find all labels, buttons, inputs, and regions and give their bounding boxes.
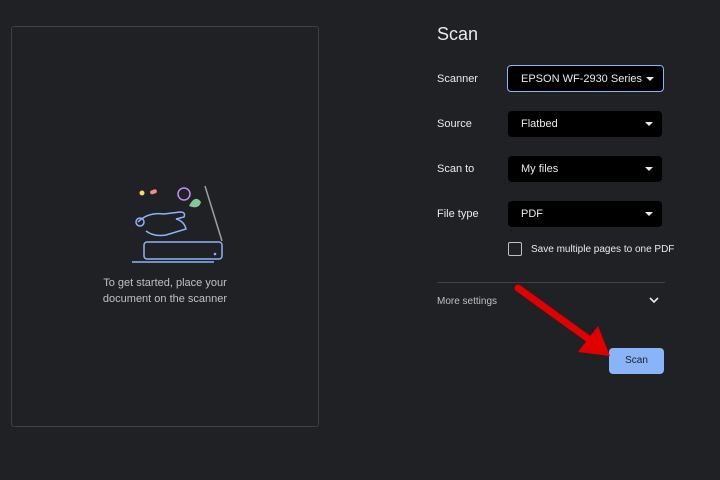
source-row: Source Flatbed: [437, 111, 667, 139]
multi-page-pdf-option[interactable]: Save multiple pages to one PDF: [508, 242, 678, 260]
scanner-label: Scanner: [437, 73, 478, 85]
preview-message-line2: document on the scanner: [102, 293, 228, 305]
file-type-select[interactable]: PDF: [508, 201, 662, 227]
preview-message-line1: To get started, place your: [103, 277, 227, 289]
annotation-arrow: [514, 284, 610, 356]
preview-message: To get started, place your document on t…: [12, 275, 318, 307]
scanner-row: Scanner EPSON WF-2930 Series: [437, 65, 667, 94]
scanner-value: EPSON WF-2930 Series: [521, 73, 643, 85]
source-value: Flatbed: [521, 118, 558, 130]
scan-preview-area: To get started, place your document on t…: [11, 26, 319, 427]
scan-to-row: Scan to My files: [437, 156, 667, 184]
file-type-label: File type: [437, 208, 479, 220]
scanner-select[interactable]: EPSON WF-2930 Series: [507, 65, 664, 92]
scan-to-select[interactable]: My files: [508, 156, 662, 182]
source-label: Source: [437, 118, 472, 130]
page-title: Scan: [437, 24, 479, 44]
dropdown-caret-icon: [645, 212, 653, 216]
multi-page-pdf-label: Save multiple pages to one PDF: [531, 244, 675, 255]
file-type-row: File type PDF: [437, 201, 667, 229]
dropdown-caret-icon: [645, 122, 653, 126]
chevron-down-icon[interactable]: [648, 294, 660, 306]
more-settings-label: More settings: [437, 296, 498, 307]
scan-to-value: My files: [521, 163, 559, 175]
scanner-illustration: [132, 185, 223, 263]
dropdown-caret-icon: [645, 167, 653, 171]
dropdown-caret-icon: [646, 77, 654, 81]
source-select[interactable]: Flatbed: [508, 111, 662, 137]
scan-to-label: Scan to: [437, 163, 475, 175]
checkbox-icon[interactable]: [508, 242, 522, 256]
file-type-value: PDF: [521, 208, 543, 220]
